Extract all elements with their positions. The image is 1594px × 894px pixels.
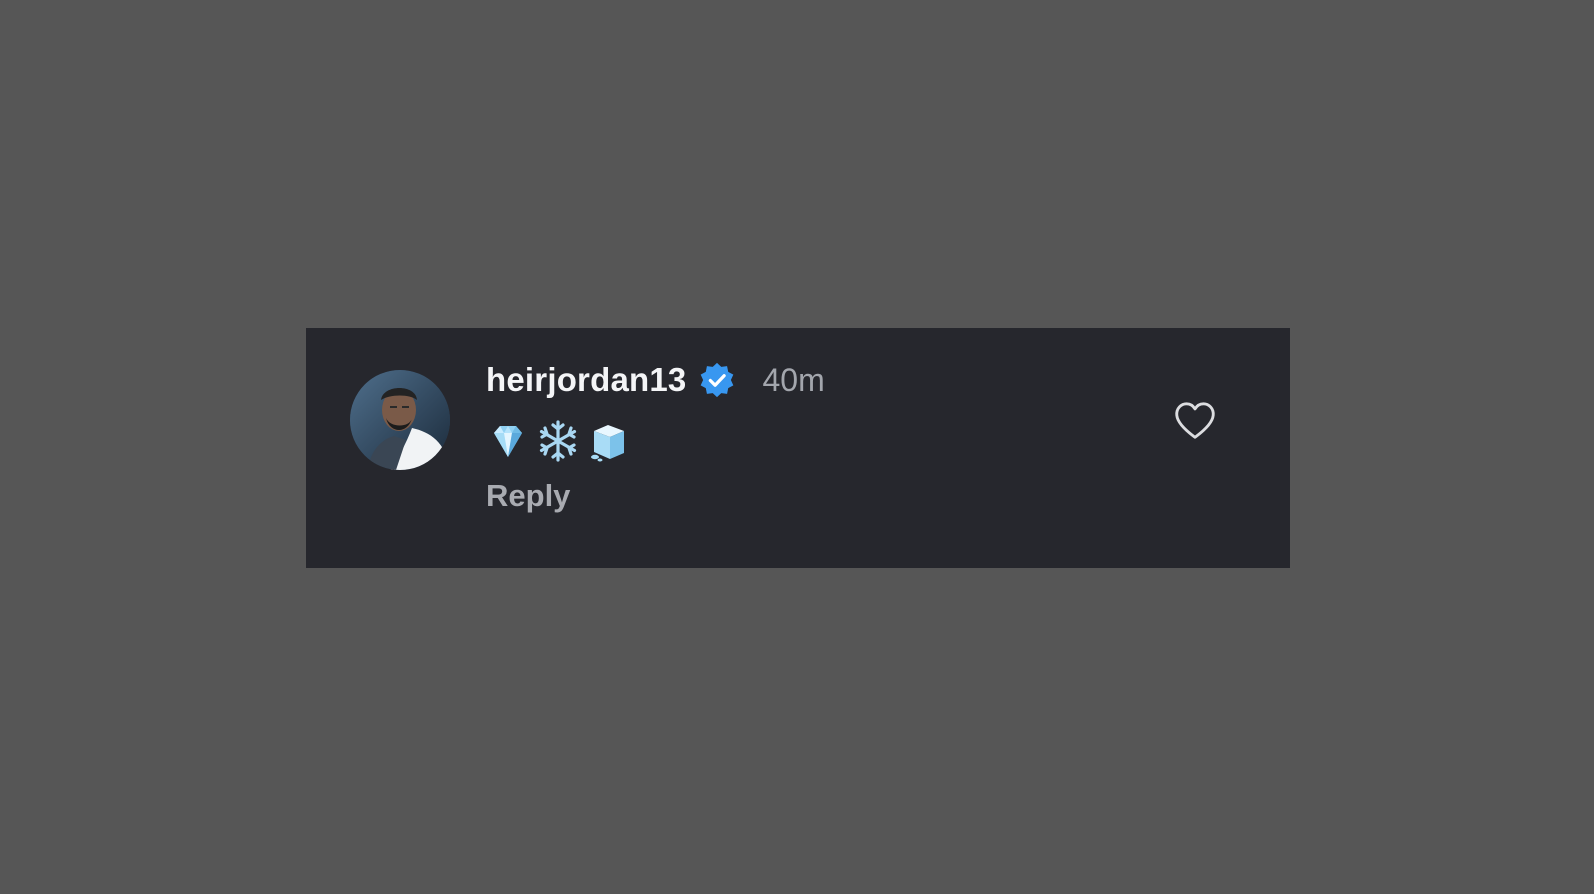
timestamp: 40m [762, 361, 825, 398]
comment-text [486, 418, 1170, 464]
like-button[interactable] [1172, 398, 1218, 444]
comment-header: heirjordan13 40m [486, 358, 1170, 402]
heart-outline-icon [1175, 402, 1215, 439]
gem-stone-icon [486, 419, 530, 463]
ice-cube-icon [586, 419, 630, 463]
reply-button[interactable]: Reply [486, 478, 570, 514]
snowflake-icon [536, 419, 580, 463]
avatar-image [350, 370, 450, 470]
comment-body: heirjordan13 40m Reply [486, 358, 1170, 514]
comment-card: heirjordan13 40m Reply [306, 328, 1290, 568]
avatar[interactable] [350, 370, 450, 470]
verified-badge-icon [698, 361, 736, 399]
username[interactable]: heirjordan13 [486, 361, 686, 399]
